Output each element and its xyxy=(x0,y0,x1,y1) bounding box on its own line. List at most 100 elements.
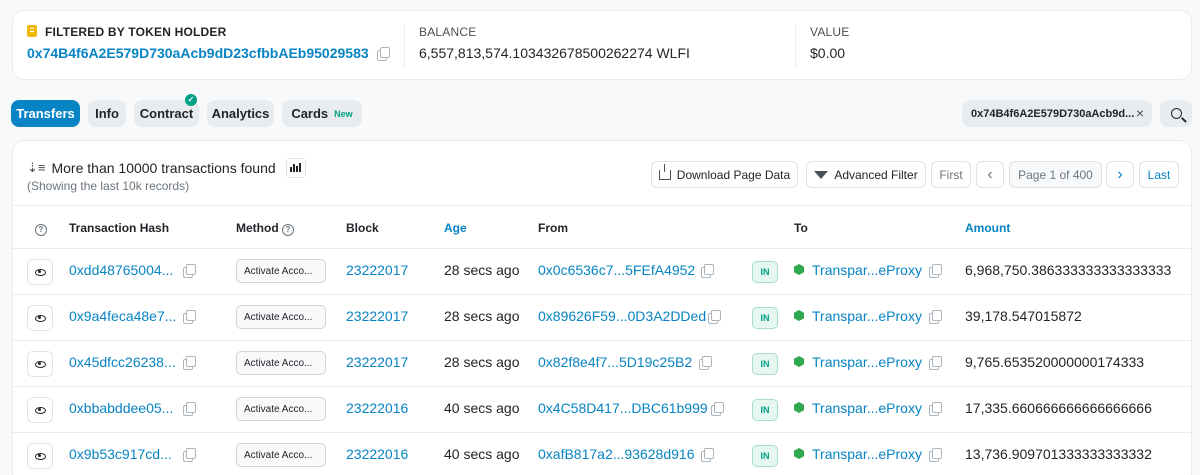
col-age-toggle[interactable]: Age xyxy=(444,221,467,235)
search-icon xyxy=(1170,108,1182,119)
download-icon xyxy=(658,163,671,180)
holder-column: FILTERED BY TOKEN HOLDER 0x74B4f6A2E579D… xyxy=(27,25,390,61)
to-address-link[interactable]: Transpar...eProxy xyxy=(794,308,922,324)
age-value: 40 secs ago xyxy=(444,446,520,462)
contract-icon xyxy=(794,264,804,275)
table-row: 0xdd48765004... Activate Acco... 2322201… xyxy=(13,249,1191,295)
copy-icon[interactable] xyxy=(929,264,942,278)
amount-value: 17,335.660666666666666666 xyxy=(965,400,1152,416)
help-icon[interactable]: ? xyxy=(35,224,47,236)
method-badge: Activate Acco... xyxy=(236,305,326,329)
direction-badge: IN xyxy=(752,307,778,329)
block-link[interactable]: 23222017 xyxy=(346,262,408,278)
age-value: 28 secs ago xyxy=(444,354,520,370)
from-address-link[interactable]: 0x89626F59...0D3A2DDed xyxy=(538,308,706,324)
verified-check-icon: ✓ xyxy=(185,94,197,106)
copy-icon[interactable] xyxy=(929,310,942,324)
from-address-link[interactable]: 0x4C58D417...DBC61b999 xyxy=(538,400,708,416)
copy-icon[interactable] xyxy=(183,448,196,462)
col-method: Method ? xyxy=(236,221,294,236)
col-from: From xyxy=(538,221,568,235)
tab-cards[interactable]: Cards New xyxy=(282,100,362,127)
copy-icon[interactable] xyxy=(929,356,942,370)
prev-page-button[interactable]: ‹ xyxy=(976,161,1004,188)
copy-icon[interactable] xyxy=(699,356,712,370)
age-value: 28 secs ago xyxy=(444,262,520,278)
copy-icon[interactable] xyxy=(183,264,196,278)
copy-icon[interactable] xyxy=(711,402,724,416)
search-button[interactable] xyxy=(1160,100,1192,127)
last-page-button[interactable]: Last xyxy=(1139,161,1179,188)
tx-hash-link[interactable]: 0xdd48765004... xyxy=(69,262,173,278)
preview-button[interactable] xyxy=(27,351,53,377)
balance-value: 6,557,813,574.103432678500262274 WLFI xyxy=(419,45,690,61)
tab-contract[interactable]: Contract ✓ xyxy=(134,94,199,127)
preview-button[interactable] xyxy=(27,397,53,423)
table-header: ? Transaction Hash Method ? Block Age Fr… xyxy=(13,205,1191,249)
eye-icon xyxy=(34,452,46,460)
close-icon[interactable]: × xyxy=(1136,105,1144,121)
holder-address-link[interactable]: 0x74B4f6A2E579D730aAcb9dD23cfbbAEb950295… xyxy=(27,45,369,61)
sort-icon: ⇣≡ xyxy=(27,160,46,175)
to-address-link[interactable]: Transpar...eProxy xyxy=(794,354,922,370)
col-transaction-hash: Transaction Hash xyxy=(69,221,170,235)
summary-title: More than 10000 transactions found xyxy=(51,160,276,176)
chevron-left-icon: ‹ xyxy=(987,165,993,183)
balance-column: BALANCE 6,557,813,574.103432678500262274… xyxy=(419,25,690,61)
amount-value: 13,736.909701333333333332 xyxy=(965,446,1152,462)
method-badge: Activate Acco... xyxy=(236,351,326,375)
help-icon[interactable]: ? xyxy=(282,224,294,236)
tx-hash-link[interactable]: 0x45dfcc26238... xyxy=(69,354,176,370)
page-indicator: Page 1 of 400 xyxy=(1009,161,1102,188)
copy-icon[interactable] xyxy=(183,310,196,324)
token-icon xyxy=(27,25,37,37)
chevron-right-icon: › xyxy=(1117,165,1123,183)
amount-value: 9,765.653520000000174333 xyxy=(965,354,1145,370)
direction-badge: IN xyxy=(752,353,778,375)
copy-icon[interactable] xyxy=(929,448,942,462)
block-link[interactable]: 23222017 xyxy=(346,354,408,370)
amount-value: 39,178.547015872 xyxy=(965,308,1082,324)
block-link[interactable]: 23222016 xyxy=(346,446,408,462)
preview-button[interactable] xyxy=(27,259,53,285)
block-link[interactable]: 23222016 xyxy=(346,400,408,416)
preview-button[interactable] xyxy=(27,305,53,331)
from-address-link[interactable]: 0xafB817a2...93628d916 xyxy=(538,446,694,462)
next-page-button[interactable]: › xyxy=(1106,161,1134,188)
from-address-link[interactable]: 0x0c6536c7...5FEfA4952 xyxy=(538,262,695,278)
age-value: 28 secs ago xyxy=(444,308,520,324)
col-amount-toggle[interactable]: Amount xyxy=(965,221,1010,235)
to-address-link[interactable]: Transpar...eProxy xyxy=(794,262,922,278)
tx-hash-link[interactable]: 0xbbabddee05... xyxy=(69,400,173,416)
eye-icon xyxy=(34,314,46,322)
copy-icon[interactable] xyxy=(376,46,390,61)
download-page-data-button[interactable]: Download Page Data xyxy=(651,161,798,188)
tab-analytics[interactable]: Analytics xyxy=(207,100,274,127)
first-page-button[interactable]: First xyxy=(931,161,971,188)
to-address-link[interactable]: Transpar...eProxy xyxy=(794,400,922,416)
table-row: 0x9b53c917cd... Activate Acco... 2322201… xyxy=(13,433,1191,475)
col-block: Block xyxy=(346,221,379,235)
direction-badge: IN xyxy=(752,445,778,467)
to-address-link[interactable]: Transpar...eProxy xyxy=(794,446,922,462)
copy-icon[interactable] xyxy=(929,402,942,416)
tab-info[interactable]: Info xyxy=(88,100,126,127)
method-badge: Activate Acco... xyxy=(236,443,326,467)
contract-icon xyxy=(794,448,804,459)
copy-icon[interactable] xyxy=(183,402,196,416)
from-address-link[interactable]: 0x82f8e4f7...5D19c25B2 xyxy=(538,354,692,370)
advanced-filter-button[interactable]: Advanced Filter xyxy=(806,161,926,188)
copy-icon[interactable] xyxy=(701,264,714,278)
tab-transfers[interactable]: Transfers xyxy=(11,100,80,127)
tx-hash-link[interactable]: 0x9a4feca48e7... xyxy=(69,308,176,324)
copy-icon[interactable] xyxy=(701,448,714,462)
preview-button[interactable] xyxy=(27,443,53,469)
contract-icon xyxy=(794,356,804,367)
chart-icon[interactable] xyxy=(285,158,306,178)
copy-icon[interactable] xyxy=(708,310,721,324)
tx-hash-link[interactable]: 0x9b53c917cd... xyxy=(69,446,172,462)
direction-badge: IN xyxy=(752,261,778,283)
copy-icon[interactable] xyxy=(183,356,196,370)
value-column: VALUE $0.00 xyxy=(810,25,849,61)
block-link[interactable]: 23222017 xyxy=(346,308,408,324)
